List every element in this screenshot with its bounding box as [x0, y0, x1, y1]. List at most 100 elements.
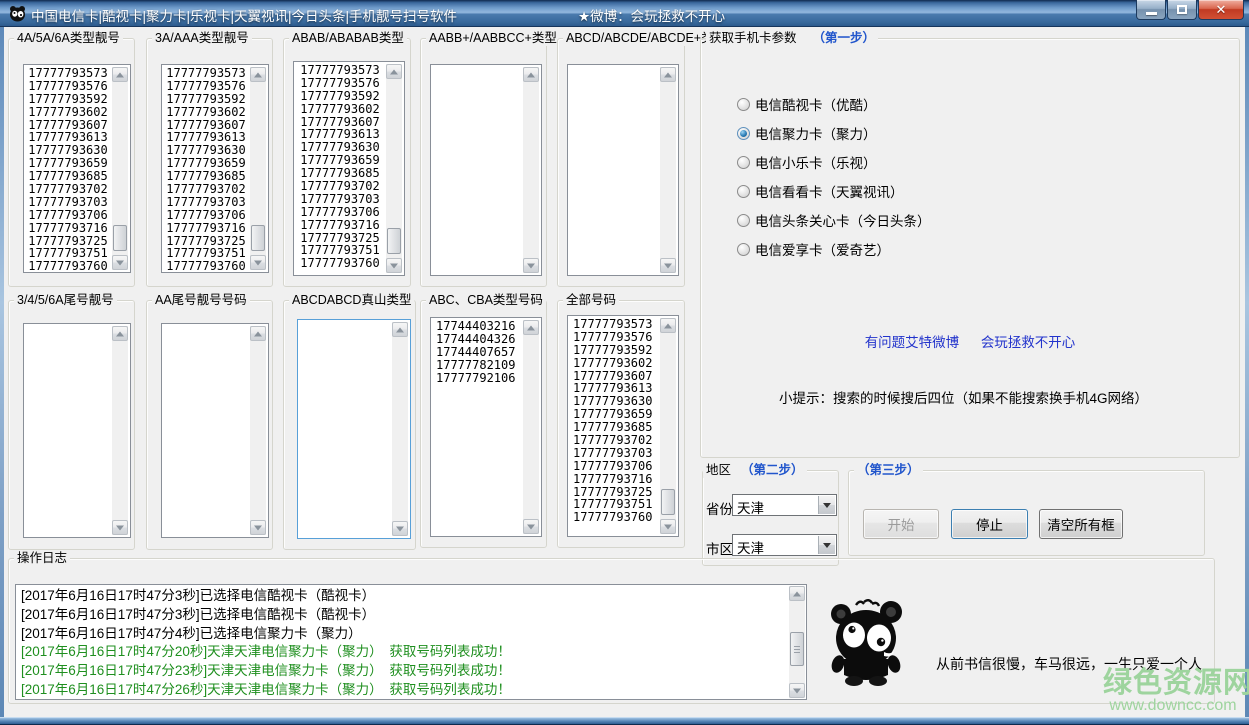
phone-number-item[interactable]: 17777793760	[295, 257, 385, 270]
scroll-thumb[interactable]	[790, 632, 804, 666]
card-type-option[interactable]: 电信头条关心卡（今日头条）	[737, 213, 931, 227]
phone-number-item[interactable]: 17777793602	[25, 106, 111, 119]
scroll-down-button[interactable]	[523, 258, 539, 273]
dropdown-arrow-icon[interactable]	[818, 536, 835, 554]
list-aabb[interactable]	[430, 64, 542, 276]
province-select[interactable]: 天津	[732, 494, 837, 516]
scroll-up-button[interactable]	[386, 64, 402, 79]
scroll-track[interactable]	[250, 341, 266, 520]
list-3a-aaa[interactable]: 1777779357317777793576177777935921777779…	[161, 64, 269, 273]
scrollbar[interactable]	[660, 67, 676, 273]
scroll-thumb[interactable]	[113, 225, 127, 251]
scroll-track[interactable]	[660, 333, 676, 519]
scroll-track[interactable]	[112, 341, 128, 520]
scroll-down-button[interactable]	[392, 521, 408, 536]
scroll-down-button[interactable]	[386, 258, 402, 273]
list-all-numbers[interactable]: 1777779357317777793576177777935921777779…	[567, 315, 679, 537]
scroll-up-button[interactable]	[660, 318, 676, 333]
scroll-up-button[interactable]	[523, 67, 539, 82]
phone-number-item[interactable]: 17777793760	[573, 511, 659, 524]
phone-number-item[interactable]: 17744404326	[436, 333, 522, 346]
scroll-thumb[interactable]	[661, 489, 675, 515]
scroll-up-button[interactable]	[660, 67, 676, 82]
stop-button[interactable]: 停止	[951, 509, 1028, 539]
phone-number-item[interactable]: 17777793706	[25, 209, 111, 222]
list-abc-cba[interactable]: 1774440321617744404326177444076571777778…	[430, 317, 542, 537]
phone-number-item[interactable]: 17777793706	[295, 206, 385, 219]
phone-number-item[interactable]: 17777793703	[573, 447, 659, 460]
scroll-down-button[interactable]	[112, 255, 128, 270]
scroll-track[interactable]	[523, 335, 539, 519]
scroll-thumb[interactable]	[251, 225, 265, 251]
phone-number-item[interactable]: 17777793592	[295, 90, 385, 103]
scroll-track[interactable]	[523, 82, 539, 258]
scroll-down-button[interactable]	[660, 519, 676, 534]
phone-number-item[interactable]: 17777793702	[163, 183, 249, 196]
list-abcd[interactable]	[567, 64, 679, 276]
phone-number-item[interactable]: 17777793576	[573, 331, 659, 344]
phone-number-item[interactable]: 17777793703	[295, 193, 385, 206]
phone-number-item[interactable]: 17777793576	[295, 77, 385, 90]
phone-number-item[interactable]: 17777792106	[436, 372, 522, 385]
scrollbar[interactable]	[250, 67, 266, 270]
list-tail-a[interactable]	[23, 323, 131, 538]
phone-number-item[interactable]: 17744403216	[436, 320, 522, 333]
log-scrollbar[interactable]	[789, 586, 805, 698]
scroll-thumb[interactable]	[387, 228, 401, 254]
scroll-up-button[interactable]	[250, 67, 266, 82]
phone-number-item[interactable]: 17777793716	[573, 473, 659, 486]
phone-number-item[interactable]: 17777793716	[25, 222, 111, 235]
card-type-option[interactable]: 电信小乐卡（乐视）	[737, 155, 931, 169]
scrollbar[interactable]	[660, 318, 676, 534]
phone-number-item[interactable]: 17777793573	[25, 67, 111, 80]
scrollbar[interactable]	[392, 322, 408, 536]
scrollbar[interactable]	[386, 64, 402, 273]
scroll-down-button[interactable]	[250, 520, 266, 535]
phone-number-item[interactable]: 17777793716	[295, 219, 385, 232]
scroll-down-button[interactable]	[112, 520, 128, 535]
phone-number-item[interactable]: 17777793602	[295, 103, 385, 116]
phone-number-item[interactable]: 17777793573	[295, 64, 385, 77]
card-type-option[interactable]: 电信聚力卡（聚力）	[737, 126, 931, 140]
phone-number-item[interactable]: 17777793592	[573, 344, 659, 357]
phone-number-item[interactable]: 17777793702	[573, 434, 659, 447]
scroll-track[interactable]	[789, 601, 805, 683]
phone-number-item[interactable]: 17777793592	[163, 93, 249, 106]
city-select[interactable]: 天津	[732, 534, 837, 556]
phone-number-item[interactable]: 17777793573	[573, 318, 659, 331]
scroll-up-button[interactable]	[789, 586, 805, 601]
phone-number-item[interactable]: 17777793702	[25, 183, 111, 196]
phone-number-item[interactable]: 17777782109	[436, 359, 522, 372]
clear-all-button[interactable]: 清空所有框	[1039, 509, 1123, 539]
phone-number-item[interactable]: 17777793602	[163, 106, 249, 119]
phone-number-item[interactable]: 17777793760	[163, 260, 249, 270]
scroll-up-button[interactable]	[523, 320, 539, 335]
scrollbar[interactable]	[112, 67, 128, 270]
scrollbar[interactable]	[523, 320, 539, 534]
card-type-option[interactable]: 电信酷视卡（优酷）	[737, 97, 931, 111]
scroll-down-button[interactable]	[789, 683, 805, 698]
close-button[interactable]: ✕	[1198, 0, 1244, 20]
scroll-up-button[interactable]	[112, 67, 128, 82]
scrollbar[interactable]	[112, 326, 128, 535]
dropdown-arrow-icon[interactable]	[818, 496, 835, 514]
weibo-account-link[interactable]: 会玩拯救不开心	[981, 335, 1076, 350]
phone-number-item[interactable]: 17777793703	[25, 196, 111, 209]
scroll-track[interactable]	[660, 82, 676, 258]
phone-number-item[interactable]: 17777793592	[25, 93, 111, 106]
phone-number-item[interactable]: 17777793716	[163, 222, 249, 235]
card-type-option[interactable]: 电信看看卡（天翼视讯）	[737, 184, 931, 198]
scroll-down-button[interactable]	[660, 258, 676, 273]
phone-number-item[interactable]: 17777793576	[25, 80, 111, 93]
phone-number-item[interactable]: 17744407657	[436, 346, 522, 359]
card-type-option[interactable]: 电信爱享卡（爱奇艺）	[737, 242, 931, 256]
list-abab[interactable]: 1777779357317777793576177777935921777779…	[293, 61, 405, 276]
phone-number-item[interactable]: 17777793702	[295, 180, 385, 193]
maximize-button[interactable]	[1167, 0, 1197, 20]
phone-number-item[interactable]: 17777793573	[163, 67, 249, 80]
phone-number-item[interactable]: 17777793602	[573, 357, 659, 370]
weibo-help-link[interactable]: 有问题艾特微博	[865, 335, 960, 350]
list-aa-tail[interactable]	[161, 323, 269, 538]
scroll-track[interactable]	[386, 79, 402, 258]
scrollbar[interactable]	[250, 326, 266, 535]
